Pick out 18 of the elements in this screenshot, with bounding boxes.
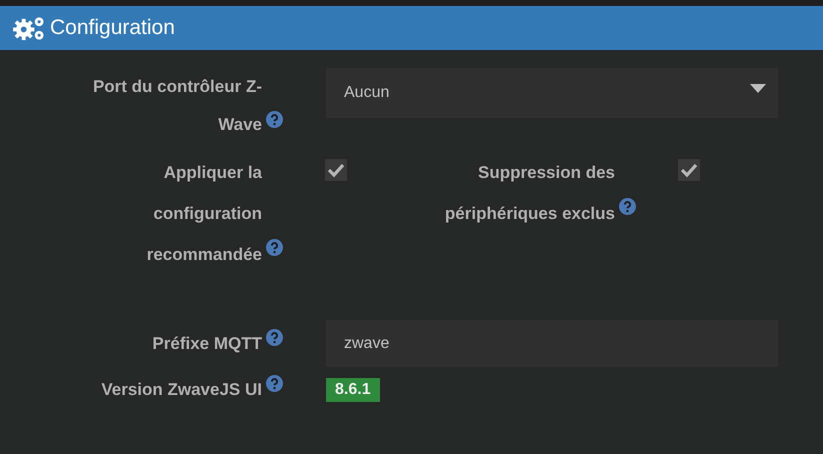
field-label: Suppression des périphériques exclus <box>444 162 615 225</box>
checkbox[interactable] <box>325 159 347 181</box>
help-icon[interactable] <box>266 239 283 256</box>
field-label: Appliquer la configuration recommandée <box>146 162 262 266</box>
help-icon[interactable] <box>266 111 283 128</box>
caret-icon <box>750 84 766 92</box>
version-badge: 8.6.1 <box>326 378 380 402</box>
field-label: Port du contrôleur Z-Wave <box>92 76 262 136</box>
help-icon[interactable] <box>266 329 283 346</box>
field-label: Version ZwaveJS UI <box>101 379 262 401</box>
help-icon[interactable] <box>619 198 636 215</box>
checkbox[interactable] <box>678 159 700 181</box>
text-field[interactable]: zwave <box>326 320 778 367</box>
help-icon[interactable] <box>266 375 283 392</box>
field-label: Préfixe MQTT <box>152 333 262 355</box>
panel-title: Configuration <box>50 16 175 40</box>
gears-icon <box>13 14 46 42</box>
dropdown[interactable]: Aucun <box>326 68 778 118</box>
